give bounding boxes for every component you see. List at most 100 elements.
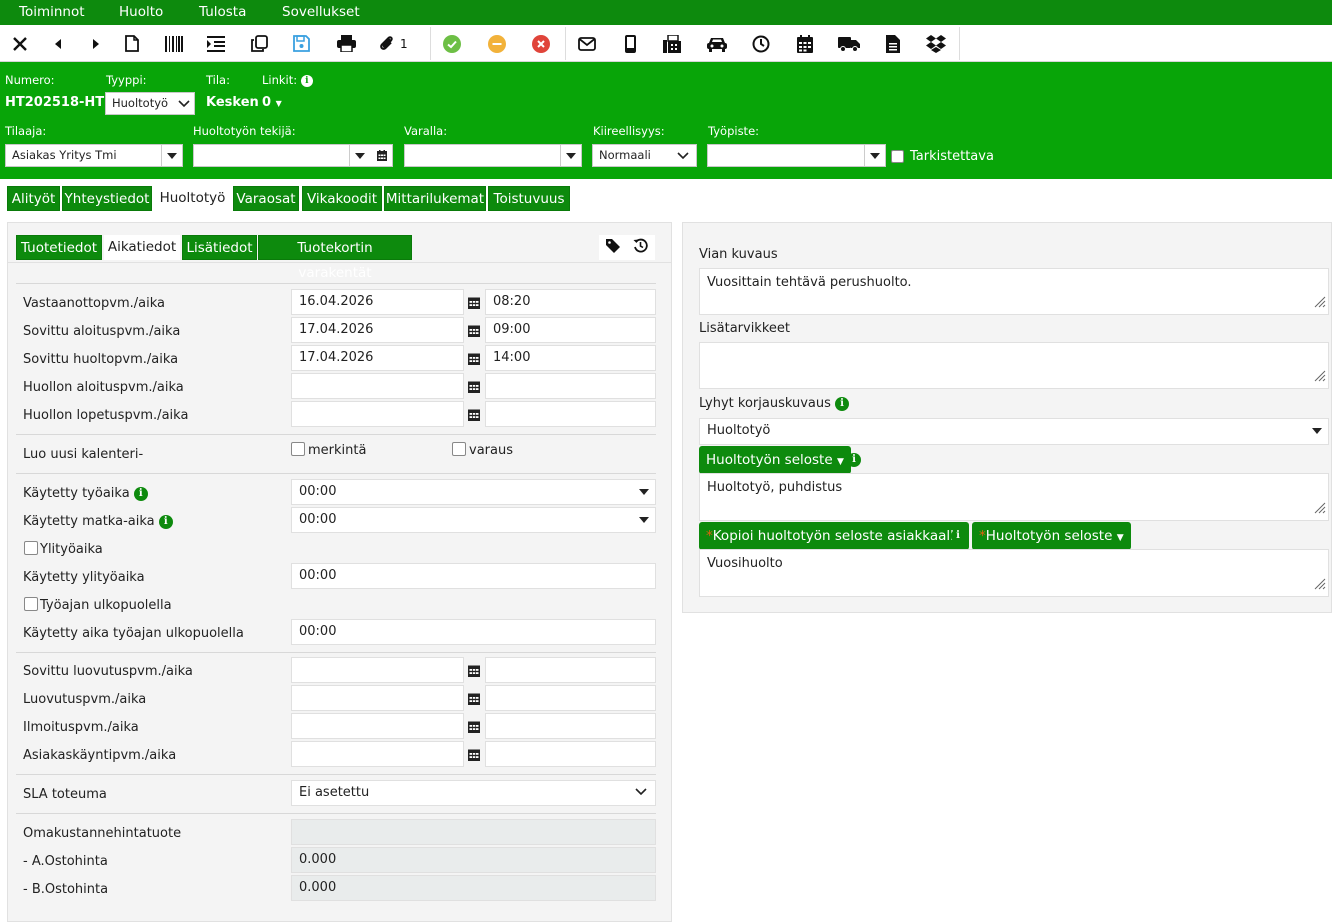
time-input[interactable] (485, 685, 656, 711)
date-input[interactable] (291, 713, 464, 739)
tab-alityot[interactable]: Alityöt (7, 186, 60, 211)
print-icon[interactable] (334, 25, 358, 62)
next-icon[interactable] (86, 25, 106, 62)
tab-vikakoodit[interactable]: Vikakoodit (302, 186, 382, 211)
attachments-button[interactable]: 1 (378, 25, 414, 62)
date-input[interactable] (291, 401, 464, 427)
info-icon[interactable]: i (847, 452, 861, 467)
info-icon[interactable]: i (835, 396, 850, 411)
mail-icon[interactable] (576, 25, 598, 62)
kopioi-seloste-button[interactable]: *Kopioi huoltotyön seloste asiakkaalle (699, 522, 970, 550)
resize-grip-icon[interactable] (1314, 370, 1326, 386)
lyhyt-select[interactable]: Huoltotyö (699, 418, 1329, 445)
tag-icon[interactable] (605, 238, 620, 257)
varalla-select[interactable] (404, 144, 582, 167)
tarkistettava-checkbox[interactable] (891, 150, 904, 163)
tyyppi-select[interactable]: Huoltotyö (105, 92, 195, 115)
time-input[interactable]: 08:20 (485, 289, 656, 315)
tab-yhteystiedot[interactable]: Yhteystiedot (62, 186, 152, 211)
ylityo-input[interactable]: 00:00 (291, 563, 656, 589)
calendar-icon[interactable] (463, 373, 485, 399)
barcode-icon[interactable] (162, 25, 186, 62)
calendar-icon[interactable] (463, 741, 485, 767)
clock-icon[interactable] (750, 25, 772, 62)
time-input[interactable] (485, 741, 656, 767)
tyoaika-select[interactable]: 00:00 (291, 479, 656, 505)
date-input[interactable]: 17.04.2026 (291, 345, 464, 371)
lisatarvikkeet-textarea[interactable] (699, 342, 1329, 389)
tab-varaosat[interactable]: Varaosat (233, 186, 299, 211)
calendar-icon[interactable] (463, 289, 485, 315)
subtab-tuotekortin-varakentat[interactable]: Tuotekortin varakentät (258, 235, 412, 281)
truck-icon[interactable] (836, 25, 862, 62)
sla-select[interactable]: Ei asetettu (291, 780, 656, 806)
info-icon[interactable]: i (951, 528, 965, 543)
vian-kuvaus-textarea[interactable]: Vuosittain tehtävä perushuolto. (699, 268, 1329, 315)
varaus-checkbox[interactable] (452, 442, 466, 456)
mobile-icon[interactable] (619, 25, 641, 62)
time-input[interactable] (485, 713, 656, 739)
asiakas-seloste-textarea[interactable]: Vuosihuolto (699, 549, 1329, 597)
calendar-icon[interactable] (463, 317, 485, 343)
calendar-icon[interactable] (463, 401, 485, 427)
menu-tulosta[interactable]: Tulosta (199, 4, 246, 20)
tyopiste-select[interactable] (707, 144, 886, 167)
linkit-dropdown[interactable]: 0 ▼ (262, 95, 282, 110)
dropbox-icon[interactable] (924, 25, 948, 62)
subtab-tuotetiedot[interactable]: Tuotetiedot (16, 235, 102, 260)
minus-circle-icon[interactable] (486, 25, 508, 62)
car-icon[interactable] (705, 25, 729, 62)
calendar-icon[interactable] (463, 685, 485, 711)
time-input[interactable] (485, 401, 656, 427)
calendar-icon[interactable] (463, 657, 485, 683)
close-icon[interactable] (8, 25, 32, 62)
calendar-icon[interactable] (372, 145, 392, 166)
tab-mittarilukemat[interactable]: Mittarilukemat (384, 186, 486, 211)
time-input[interactable] (485, 657, 656, 683)
ylityo-checkbox[interactable] (24, 541, 38, 555)
menu-sovellukset[interactable]: Sovellukset (282, 4, 360, 20)
time-input[interactable]: 09:00 (485, 317, 656, 343)
date-input[interactable] (291, 373, 464, 399)
tilaaja-select[interactable]: Asiakas Yritys Tmi (5, 144, 183, 167)
history-icon[interactable] (633, 238, 648, 257)
tekija-select[interactable] (193, 144, 393, 167)
date-input[interactable] (291, 685, 464, 711)
indent-icon[interactable] (204, 25, 228, 62)
ulko-input[interactable]: 00:00 (291, 619, 656, 645)
matka-select[interactable]: 00:00 (291, 507, 656, 533)
calendar-icon[interactable] (463, 713, 485, 739)
time-input[interactable]: 14:00 (485, 345, 656, 371)
info-icon[interactable]: i (300, 74, 313, 87)
resize-grip-icon[interactable] (1314, 502, 1326, 518)
huoltotyon-seloste-button-2[interactable]: *Huoltotyön seloste ▼ (972, 522, 1131, 550)
menu-toiminnot[interactable]: Toiminnot (19, 4, 85, 20)
date-input[interactable] (291, 657, 464, 683)
resize-grip-icon[interactable] (1314, 296, 1326, 312)
copy-icon[interactable] (247, 25, 271, 62)
subtab-aikatiedot[interactable]: Aikatiedot (104, 235, 180, 260)
huoltotyon-seloste-button[interactable]: Huoltotyön seloste ▼ (699, 446, 851, 474)
calendar-icon[interactable] (794, 25, 816, 62)
resize-grip-icon[interactable] (1314, 578, 1326, 594)
fax-icon[interactable] (661, 25, 683, 62)
info-icon[interactable]: i (158, 514, 173, 529)
merkinta-checkbox[interactable] (291, 442, 305, 456)
save-icon[interactable] (289, 25, 313, 62)
tab-huoltotyo[interactable]: Huoltotyö (154, 186, 231, 211)
menu-huolto[interactable]: Huolto (119, 4, 163, 20)
file-icon[interactable] (122, 25, 142, 62)
date-input[interactable]: 16.04.2026 (291, 289, 464, 315)
kiireellisyys-select[interactable]: Normaali (592, 144, 697, 167)
check-circle-icon[interactable] (441, 25, 463, 62)
info-icon[interactable]: i (133, 486, 148, 501)
ulko-checkbox[interactable] (24, 597, 38, 611)
seloste-textarea[interactable]: Huoltotyö, puhdistus (699, 473, 1329, 521)
document-icon[interactable] (882, 25, 904, 62)
tab-toistuvuus[interactable]: Toistuvuus (488, 186, 570, 211)
subtab-lisatiedot[interactable]: Lisätiedot (182, 235, 257, 260)
date-input[interactable]: 17.04.2026 (291, 317, 464, 343)
prev-icon[interactable] (48, 25, 68, 62)
calendar-icon[interactable] (463, 345, 485, 371)
date-input[interactable] (291, 741, 464, 767)
